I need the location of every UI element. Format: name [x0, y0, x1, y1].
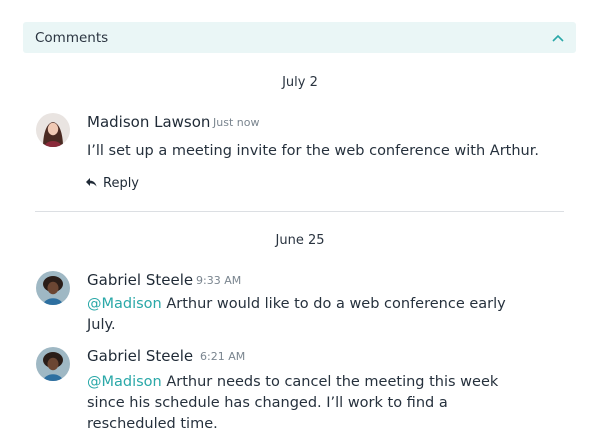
mention-link[interactable]: @Madison: [87, 296, 162, 312]
comment-author[interactable]: Gabriel Steele: [87, 271, 193, 289]
avatar: [36, 271, 70, 305]
date-separator: July 2: [282, 75, 318, 90]
panel-title: Comments: [35, 29, 109, 46]
date-separator: June 25: [275, 233, 325, 248]
avatar: [36, 113, 70, 147]
divider: [35, 211, 564, 212]
comment-time: 6:21 AM: [200, 350, 246, 363]
comment-time: 9:33 AM: [196, 274, 242, 287]
comment-author[interactable]: Madison Lawson: [87, 113, 210, 131]
reply-label: Reply: [103, 176, 140, 191]
chevron-up-icon[interactable]: [552, 32, 564, 44]
mention-link[interactable]: @Madison: [87, 374, 162, 390]
comment-text: I’ll set up a meeting invite for the web…: [87, 143, 539, 159]
comment-text: @Madison Arthur needs to cancel the meet…: [87, 372, 537, 435]
reply-arrow-icon: [86, 176, 97, 191]
avatar: [36, 347, 70, 381]
comment-time: Just now: [213, 116, 260, 129]
reply-button[interactable]: Reply: [86, 176, 139, 191]
comment-author[interactable]: Gabriel Steele: [87, 347, 193, 365]
comment-text: @Madison Arthur would like to do a web c…: [87, 294, 507, 336]
comments-panel-header[interactable]: Comments: [23, 22, 576, 53]
